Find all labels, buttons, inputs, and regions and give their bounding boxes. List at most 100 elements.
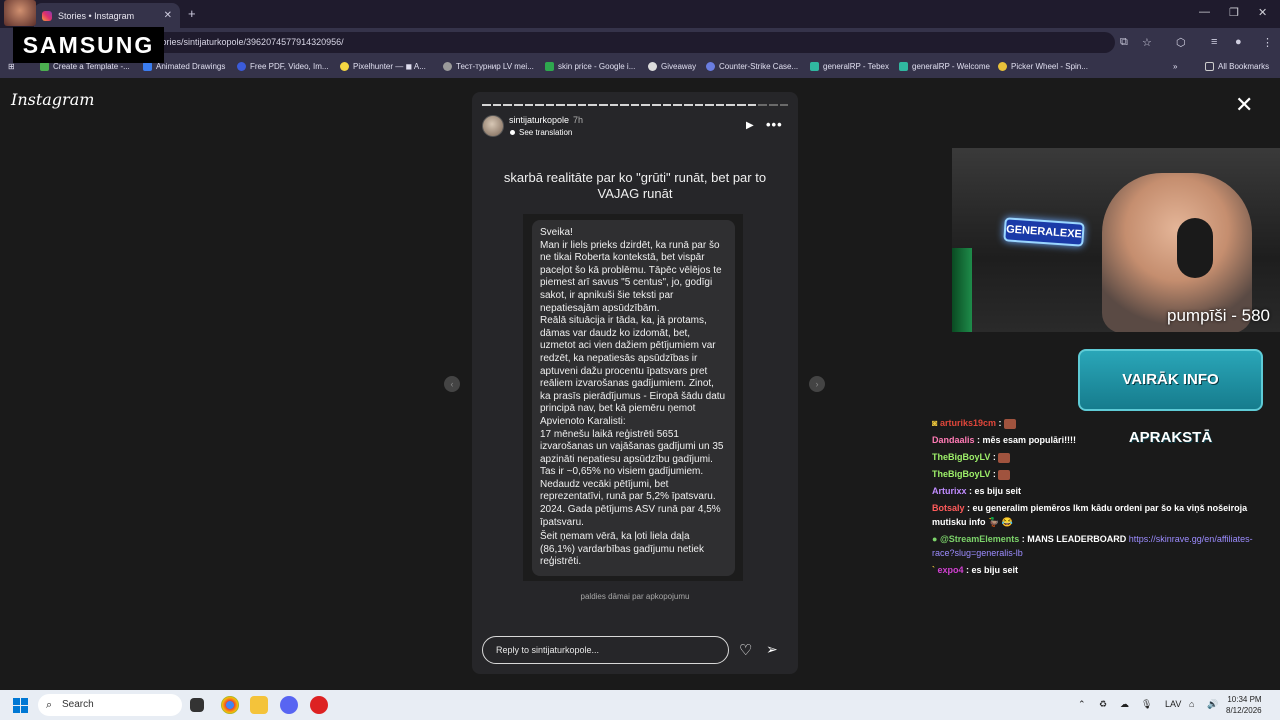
extensions-icon[interactable]: ⬡: [1176, 36, 1186, 49]
story-author[interactable]: sintijaturkopole 7h: [509, 115, 583, 125]
neon-sign: GENERALEXE: [1003, 217, 1085, 247]
play-icon[interactable]: ▶: [746, 120, 754, 131]
chat-username[interactable]: TheBigBoyLV: [932, 452, 990, 462]
system-clock[interactable]: 10:34 PM 8/12/2026: [1226, 694, 1262, 716]
chat-text: eu generalim piemēros lkm kādu ordeni pa…: [932, 503, 1248, 527]
clock-time: 10:34 PM: [1227, 695, 1262, 704]
story-caption: paldies dāmai par apkopojumu: [580, 592, 690, 601]
keyboard-language[interactable]: LAV: [1165, 699, 1181, 709]
install-app-icon[interactable]: ⧉: [1120, 36, 1128, 49]
tray-app-icon[interactable]: ☁: [1120, 699, 1129, 710]
emote-icon: [998, 452, 1011, 463]
taskbar-search[interactable]: Search: [38, 694, 182, 716]
instagram-favicon-icon: [42, 10, 52, 21]
bookmark-item[interactable]: generalRP - Welcome: [899, 62, 990, 71]
minimize-icon[interactable]: —: [1199, 6, 1210, 18]
chat-username[interactable]: expo4: [938, 565, 964, 575]
chat-username[interactable]: Arturixx: [932, 486, 967, 496]
message-bubble: Sveika! Man ir liels prieks dzirdēt, ka …: [532, 220, 735, 576]
windows-start-icon[interactable]: [13, 698, 28, 713]
all-bookmarks-folder[interactable]: All Bookmarks: [1205, 62, 1269, 71]
instagram-logo[interactable]: Instagram: [11, 90, 94, 109]
discord-icon[interactable]: [280, 696, 298, 714]
bookmarks-bar: ⊞ Create a Template -... Animated Drawin…: [0, 56, 1280, 78]
bookmark-star-icon[interactable]: ☆: [1142, 36, 1152, 49]
url-field[interactable]: /stories/sintijaturkopole/39620745779143…: [140, 32, 1115, 53]
browser-tab[interactable]: Stories • Instagram ✕: [34, 3, 180, 28]
bookmark-item[interactable]: Picker Wheel - Spin...: [998, 62, 1088, 71]
verified-badge-icon: ●: [932, 534, 940, 544]
chat-text: mēs esam populāri!!!!: [982, 435, 1077, 445]
emote-icon: [998, 469, 1011, 480]
browser-tab-strip: Stories • Instagram ✕ + — ❐ ✕: [0, 0, 1280, 28]
see-translation-link[interactable]: See translation: [510, 128, 572, 137]
more-options-icon[interactable]: •••: [766, 117, 783, 132]
points-counter: pumpīši - 580: [1167, 306, 1270, 325]
story-headline: skarbā realitāte par ko "grūti" runāt, b…: [503, 170, 767, 201]
reading-list-icon[interactable]: ≡: [1211, 36, 1217, 48]
task-view-icon[interactable]: [190, 698, 204, 712]
samsung-overlay-logo: SAMSUNG: [13, 27, 164, 63]
browser-menu-icon[interactable]: ⋮: [1262, 36, 1273, 49]
chrome-icon[interactable]: [221, 696, 239, 714]
chat-username[interactable]: TheBigBoyLV: [932, 469, 990, 479]
address-toolbar: /stories/sintijaturkopole/39620745779143…: [0, 28, 1280, 56]
story-username[interactable]: sintijaturkopole: [509, 115, 569, 125]
bookmark-item[interactable]: skin price - Google i...: [545, 62, 635, 71]
chat-username[interactable]: Botsaly: [932, 503, 965, 513]
message-paragraph: Reālā situācija ir tāda, ka, jā protams,…: [540, 315, 726, 427]
file-explorer-icon[interactable]: [250, 696, 268, 714]
new-tab-icon[interactable]: +: [188, 6, 196, 21]
send-icon[interactable]: ➢: [766, 641, 778, 658]
bookmark-item[interactable]: generalRP - Tebex: [810, 62, 889, 71]
story-author-avatar[interactable]: [482, 115, 504, 137]
bookmark-item[interactable]: Animated Drawings: [143, 62, 225, 71]
chat-message: Arturixx : es biju seit: [932, 486, 1022, 496]
tray-app-icon[interactable]: ♻: [1099, 699, 1107, 710]
bookmark-item[interactable]: Pixelhunter — ◼ A...: [340, 62, 426, 71]
volume-icon[interactable]: 🔊: [1207, 699, 1218, 710]
chat-message: TheBigBoyLV :: [932, 467, 1272, 481]
microphone-icon[interactable]: 🎙: [1141, 699, 1152, 710]
streamer-mini-avatar: [4, 0, 36, 26]
next-story-icon[interactable]: ›: [809, 376, 825, 392]
bookmark-item[interactable]: Free PDF, Video, Im...: [237, 62, 329, 71]
message-paragraph: 2024. Gada pētījums ASV runā par 4,5% īp…: [540, 504, 721, 528]
story-viewer: sintijaturkopole 7h See translation ▶ •••…: [472, 92, 798, 674]
story-progress-bar: [482, 104, 789, 106]
chat-username[interactable]: Dandaalis: [932, 435, 975, 445]
chat-message: Dandaalis : mēs esam populāri!!!!: [932, 435, 1077, 445]
chat-message: TheBigBoyLV :: [932, 450, 1272, 464]
chat-message: ◙ arturiks19cm :: [932, 416, 1272, 430]
clock-date: 8/12/2026: [1226, 706, 1262, 715]
close-window-icon[interactable]: ✕: [1258, 6, 1267, 19]
message-paragraph: 17 mēnešu laikā reģistrēti 5651 izvaroša…: [540, 428, 724, 478]
webcam-overlay: GENERALEXE pumpīši - 580: [952, 148, 1280, 332]
bookmark-item[interactable]: Giveaway: [648, 62, 696, 71]
tray-overflow-icon[interactable]: ⌃: [1078, 699, 1086, 710]
windows-taskbar: Search ⌕ ⌃ ♻ ☁ 🎙 LAV ⌂ 🔊 10:34 PM 8/12/2…: [0, 690, 1280, 720]
chat-text: es biju seit: [971, 565, 1019, 575]
close-tab-icon[interactable]: ✕: [164, 10, 172, 21]
previous-story-icon[interactable]: ‹: [444, 376, 460, 392]
app-icon[interactable]: [310, 696, 328, 714]
maximize-icon[interactable]: ❐: [1229, 6, 1239, 19]
bookmark-item[interactable]: Create a Template -...: [40, 62, 130, 71]
message-paragraph: Nedaudz vecāki pētījumi, bet reprezentat…: [540, 478, 716, 503]
apps-grid-icon[interactable]: ⊞: [8, 62, 15, 71]
chat-message: ` expo4 : es biju seit: [932, 565, 1019, 575]
profile-avatar-icon[interactable]: ●: [1235, 36, 1242, 48]
bookmark-item[interactable]: Тест-турнир LV mei...: [443, 62, 534, 71]
chat-username[interactable]: @StreamElements: [940, 534, 1019, 544]
chat-username[interactable]: arturiks19cm: [940, 418, 996, 428]
more-bookmarks-icon[interactable]: »: [1173, 62, 1177, 71]
headset-icon: [1177, 218, 1213, 278]
reply-input[interactable]: Reply to sintijaturkopole...: [482, 636, 729, 664]
network-icon[interactable]: ⌂: [1189, 699, 1194, 709]
bookmark-item[interactable]: Counter-Strike Case...: [706, 62, 798, 71]
like-heart-icon[interactable]: ♡: [739, 641, 752, 659]
info-banner: VAIRĀK INFO APRAKSTĀ: [1078, 349, 1263, 446]
close-story-icon[interactable]: ✕: [1235, 92, 1253, 118]
message-paragraph: Man ir liels prieks dzirdēt, ka runā par…: [540, 239, 722, 314]
message-paragraph: Sveika!: [540, 227, 573, 238]
